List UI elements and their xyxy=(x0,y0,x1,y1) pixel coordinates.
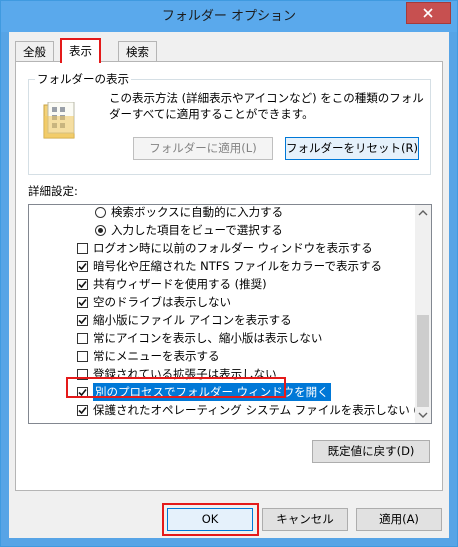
list-item[interactable]: ログオン時に以前のフォルダー ウィンドウを表示する xyxy=(77,239,373,257)
checkbox[interactable] xyxy=(77,332,88,344)
list-item[interactable]: 空のドライブは表示しない xyxy=(77,293,231,311)
vertical-scrollbar[interactable] xyxy=(415,205,431,423)
list-item[interactable]: 登録されている拡張子は表示しない xyxy=(77,365,277,383)
list-item[interactable]: 暗号化や圧縮された NTFS ファイルをカラーで表示する xyxy=(77,257,382,275)
list-item[interactable]: 縮小版にファイル アイコンを表示する xyxy=(77,311,292,329)
checkbox[interactable] xyxy=(77,386,88,398)
scroll-down-icon[interactable] xyxy=(415,407,431,423)
checkbox[interactable] xyxy=(77,314,88,326)
radio-button[interactable] xyxy=(95,206,106,218)
list-item-label: 暗号化や圧縮された NTFS ファイルをカラーで表示する xyxy=(93,259,382,273)
folder-views-icon xyxy=(43,102,75,139)
list-item-label: 空のドライブは表示しない xyxy=(93,295,231,309)
list-item-label: 検索ボックスに自動的に入力する xyxy=(111,205,284,219)
check-icon xyxy=(78,298,87,306)
folder-views-group: フォルダーの表示 この表示方法 (詳細表示やアイコンなど) をこの種類のフォルダ… xyxy=(28,72,431,175)
check-icon xyxy=(78,406,87,414)
radio-button[interactable] xyxy=(95,224,106,236)
restore-defaults-button[interactable]: 既定値に戻す(D) xyxy=(312,440,430,463)
check-icon xyxy=(78,280,87,288)
list-item-label: 常にアイコンを表示し、縮小版は表示しない xyxy=(93,331,323,345)
ok-button[interactable]: OK xyxy=(167,508,253,531)
scroll-up-icon[interactable] xyxy=(415,205,431,221)
scrollbar-thumb[interactable] xyxy=(417,315,429,407)
close-button[interactable] xyxy=(406,2,451,24)
list-item[interactable]: 入力した項目をビューで選択する xyxy=(95,221,283,239)
check-icon xyxy=(78,316,87,324)
window-title: フォルダー オプション xyxy=(161,9,297,24)
list-item-label: 常にメニューを表示する xyxy=(93,349,220,363)
tab-general[interactable]: 全般 xyxy=(15,41,54,62)
checkbox[interactable] xyxy=(77,350,88,362)
dialog-body: 全般 表示 検索 フォルダーの表示 この表示方法 (詳細表示やアイコンなど) を… xyxy=(9,32,449,538)
tab-search[interactable]: 検索 xyxy=(118,41,157,62)
list-item[interactable]: 共有ウィザードを使用する (推奨) xyxy=(77,275,267,293)
title-bar[interactable]: フォルダー オプション xyxy=(1,1,457,32)
checkbox[interactable] xyxy=(77,242,88,254)
list-item-label: 縮小版にファイル アイコンを表示する xyxy=(93,313,292,327)
list-item-label: 保護されたオペレーティング システム ファイルを表示しない (推奨) xyxy=(93,403,415,417)
list-item-selected[interactable]: 別のプロセスでフォルダー ウィンドウを開く xyxy=(77,383,331,401)
advanced-settings-label: 詳細設定: xyxy=(28,184,78,198)
tab-view[interactable]: 表示 xyxy=(60,38,101,63)
checkbox[interactable] xyxy=(77,260,88,272)
checkbox[interactable] xyxy=(77,278,88,290)
list-item-label: 共有ウィザードを使用する (推奨) xyxy=(93,277,267,291)
reset-folders-button[interactable]: フォルダーをリセット(R) xyxy=(285,137,419,160)
list-item[interactable]: 検索ボックスに自動的に入力する xyxy=(95,205,283,221)
folder-views-description: この表示方法 (詳細表示やアイコンなど) をこの種類のフォルダーすべてに適用する… xyxy=(109,91,424,121)
advanced-settings-list[interactable]: 検索ボックスに自動的に入力する 入力した項目をビューで選択する ログオン時に以前… xyxy=(28,204,432,424)
cancel-button[interactable]: キャンセル xyxy=(262,508,348,531)
check-icon xyxy=(78,262,87,270)
list-item[interactable]: 常にアイコンを表示し、縮小版は表示しない xyxy=(77,329,322,347)
advanced-settings-items: 検索ボックスに自動的に入力する 入力した項目をビューで選択する ログオン時に以前… xyxy=(29,205,415,423)
list-item-label: 入力した項目をビューで選択する xyxy=(111,223,283,237)
checkbox[interactable] xyxy=(77,296,88,308)
close-icon xyxy=(423,8,433,18)
checkbox[interactable] xyxy=(77,404,88,416)
apply-button[interactable]: 適用(A) xyxy=(356,508,442,531)
list-item-label: 登録されている拡張子は表示しない xyxy=(93,367,277,381)
apply-to-folders-button[interactable]: フォルダーに適用(L) xyxy=(133,137,273,160)
folder-views-legend: フォルダーの表示 xyxy=(35,72,131,86)
list-item-label: ログオン時に以前のフォルダー ウィンドウを表示する xyxy=(93,241,373,255)
list-item[interactable]: 常にメニューを表示する xyxy=(77,347,220,365)
check-icon xyxy=(78,388,87,396)
checkbox[interactable] xyxy=(77,368,88,380)
list-item-label: 別のプロセスでフォルダー ウィンドウを開く xyxy=(93,383,331,401)
view-tab-page: フォルダーの表示 この表示方法 (詳細表示やアイコンなど) をこの種類のフォルダ… xyxy=(15,61,443,491)
folder-options-window: フォルダー オプション 全般 表示 検索 フォルダーの表示 この表示方法 (詳細… xyxy=(0,0,458,547)
list-item[interactable]: 保護されたオペレーティング システム ファイルを表示しない (推奨) xyxy=(77,401,415,419)
